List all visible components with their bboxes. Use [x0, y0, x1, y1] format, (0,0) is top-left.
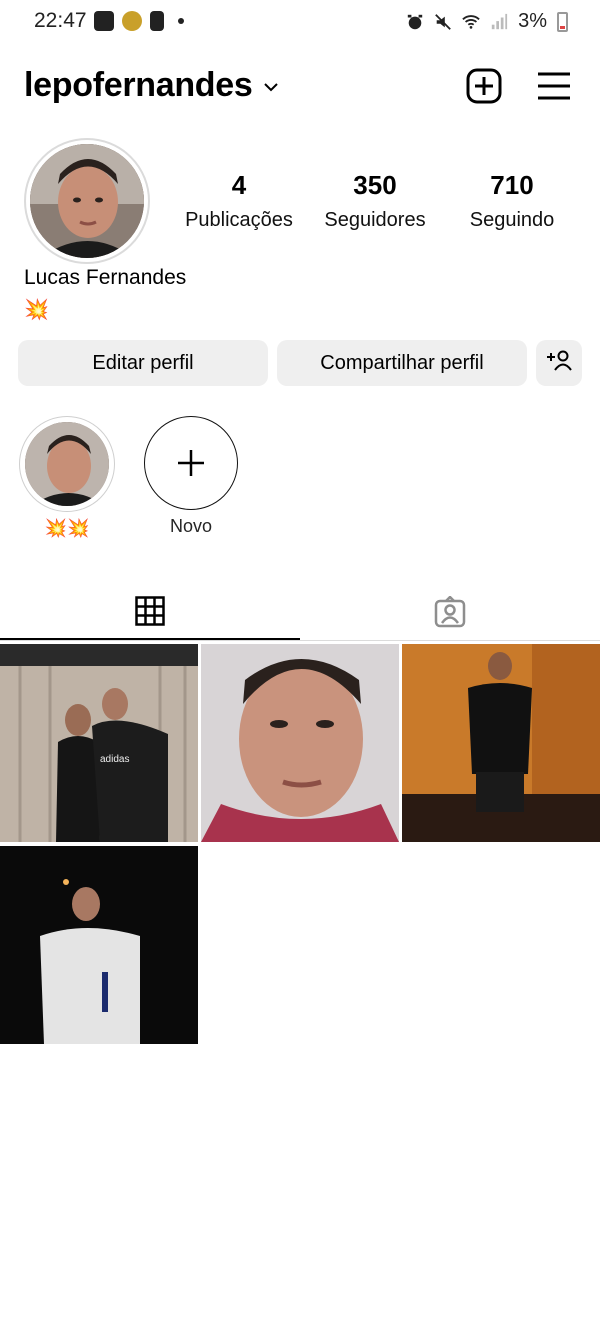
- full-name: Lucas Fernandes: [24, 266, 187, 289]
- dot-icon: [178, 18, 184, 24]
- post-tile[interactable]: [402, 644, 600, 842]
- new-highlight-circle: [144, 416, 238, 510]
- status-left-icons: [94, 11, 184, 31]
- avatar[interactable]: [30, 144, 144, 258]
- edit-profile-button[interactable]: Editar perfil: [18, 340, 268, 386]
- post-tile[interactable]: adidas: [0, 644, 198, 842]
- battery-percent: 3%: [518, 10, 547, 32]
- profile-tabs: [0, 584, 600, 641]
- share-profile-button[interactable]: Compartilhar perfil: [277, 340, 527, 386]
- discover-people-button[interactable]: [536, 340, 582, 386]
- grid-icon: [135, 596, 165, 626]
- mute-icon: [435, 13, 451, 30]
- signal-icon: [491, 13, 508, 29]
- stat-following[interactable]: 710 Seguindo: [442, 170, 582, 232]
- post-tile[interactable]: [0, 846, 198, 1044]
- new-highlight-label: Novo: [169, 516, 213, 536]
- posts-label: Publicações: [185, 209, 293, 231]
- posts-count: 4: [231, 170, 247, 200]
- bio: 💥: [24, 299, 49, 321]
- voicemail-icon: [94, 11, 114, 31]
- wifi-icon: [462, 14, 480, 29]
- battery-icon: [557, 11, 568, 32]
- following-label: Seguindo: [469, 209, 555, 231]
- media-icon: [122, 11, 142, 31]
- new-post-icon[interactable]: [466, 68, 502, 104]
- status-time: 22:47: [34, 9, 87, 32]
- highlight-label: 💥💥: [44, 518, 90, 538]
- username[interactable]: lepofernandes: [24, 66, 253, 105]
- tab-tagged[interactable]: [300, 584, 600, 640]
- plus-icon: [177, 449, 204, 476]
- alert-icon: [150, 11, 164, 31]
- tagged-icon: [434, 596, 466, 628]
- followers-count: 350: [353, 170, 397, 200]
- profile-header: lepofernandes: [0, 60, 600, 116]
- followers-label: Seguidores: [324, 209, 426, 231]
- highlight-cover: [25, 422, 109, 506]
- tab-grid[interactable]: [0, 584, 300, 640]
- stat-posts[interactable]: 4 Publicações: [169, 170, 309, 232]
- new-highlight[interactable]: Novo: [141, 416, 241, 537]
- stat-followers[interactable]: 350 Seguidores: [305, 170, 445, 232]
- chevron-down-icon[interactable]: [262, 78, 280, 96]
- highlight-ring: [19, 416, 115, 512]
- status-right-icons: 3%: [406, 10, 568, 33]
- status-bar: 22:47 3%: [0, 0, 600, 44]
- post-tile[interactable]: [201, 644, 399, 842]
- following-count: 710: [490, 170, 534, 200]
- add-person-icon: [547, 350, 572, 371]
- alarm-icon: [407, 14, 423, 29]
- svg-text:adidas: adidas: [100, 754, 129, 765]
- menu-icon[interactable]: [536, 70, 572, 102]
- highlight-item[interactable]: 💥💥: [17, 416, 117, 539]
